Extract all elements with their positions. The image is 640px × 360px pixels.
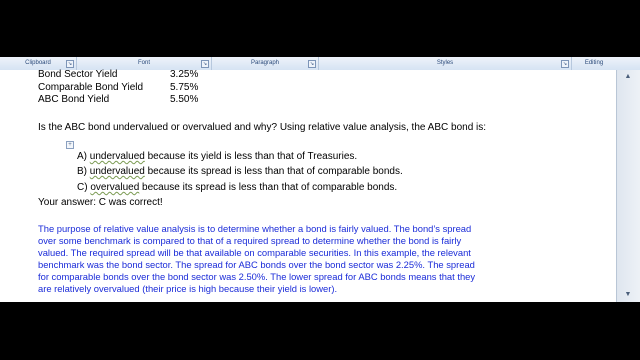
option-keyword: undervalued [89, 151, 145, 162]
dialog-launcher-icon[interactable]: ↘ [308, 60, 316, 68]
answer-option-b[interactable]: B) undervalued because its spread is les… [77, 166, 403, 177]
letterbox-top [0, 0, 640, 57]
table-row-label: Bond Sector Yield [38, 69, 118, 80]
explanation-paragraph: The purpose of relative value analysis i… [38, 223, 538, 295]
scroll-down-icon[interactable]: ▼ [623, 290, 633, 300]
ribbon-group-label: Paragraph [250, 60, 280, 66]
explanation-line: valued. The required spread will be that… [38, 247, 471, 258]
document-page[interactable]: Bond Sector Yield 3.25% Comparable Bond … [0, 69, 616, 302]
explanation-line: over some benchmark is compared to that … [38, 235, 462, 246]
ribbon-group-label: Styles [436, 60, 454, 66]
ribbon-group-label: Font [137, 60, 150, 66]
answer-option-a[interactable]: A) undervalued because its yield is less… [77, 151, 357, 162]
answer-option-c[interactable]: C) overvalued because its spread is less… [77, 182, 397, 193]
ribbon-group-editing[interactable]: Editing [572, 57, 616, 70]
option-letter: A) [77, 151, 87, 162]
scroll-up-icon[interactable]: ▲ [623, 72, 633, 82]
answer-result: Your answer: C was correct! [38, 197, 163, 208]
question-text: Is the ABC bond undervalued or overvalue… [38, 122, 487, 133]
option-text: because its yield is less than that of T… [144, 151, 358, 162]
table-row-label: Comparable Bond Yield [38, 82, 144, 93]
explanation-line: for comparable bonds over the bond secto… [38, 271, 476, 282]
dialog-launcher-icon[interactable]: ↘ [201, 60, 209, 68]
ribbon-group-paragraph[interactable]: Paragraph ↘ [212, 57, 319, 70]
vertical-scrollbar[interactable]: ▲ ▼ [616, 70, 640, 302]
explanation-line: The purpose of relative value analysis i… [38, 223, 472, 234]
ribbon-group-styles[interactable]: Styles ↘ [319, 57, 572, 70]
option-keyword: overvalued [90, 182, 140, 193]
option-text: because its spread is less than that of … [139, 182, 398, 193]
option-letter: C) [77, 182, 88, 193]
letterbox-bottom [0, 302, 640, 360]
table-row-value: 3.25% [170, 69, 199, 80]
option-letter: B) [77, 166, 87, 177]
explanation-line: benchmark was the bond sector. The sprea… [38, 259, 475, 270]
option-keyword: undervalued [89, 166, 145, 177]
option-text: because its spread is less than that of … [144, 166, 403, 177]
explanation-line: are relatively overvalued (their price i… [38, 283, 338, 294]
table-row-value: 5.50% [170, 94, 199, 105]
dialog-launcher-icon[interactable]: ↘ [66, 60, 74, 68]
table-move-handle-icon[interactable]: + [66, 141, 74, 149]
table-row-value: 5.75% [170, 82, 199, 93]
table-row-label: ABC Bond Yield [38, 94, 110, 105]
ribbon-group-label: Editing [584, 60, 604, 66]
dialog-launcher-icon[interactable]: ↘ [561, 60, 569, 68]
ribbon-group-label: Clipboard [25, 60, 51, 66]
